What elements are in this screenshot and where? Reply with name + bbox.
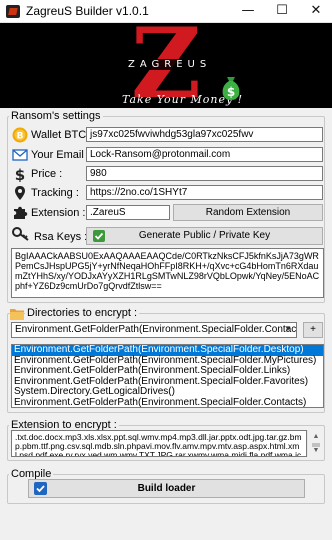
svg-text:$: $ [15,166,25,182]
random-extension-button[interactable]: Random Extension [173,204,323,221]
dollar-icon: $ [15,166,25,182]
public-key-textarea[interactable]: BgIAAACkAABSU0ExAAQAAAEAAQCde/C0RTkzNksC… [11,248,324,298]
email-input[interactable]: Lock-Ransom@protonmail.com [86,147,323,162]
key-icon [12,227,29,241]
generate-keys-button[interactable]: Generate Public / Private Key [86,227,323,245]
bitcoin-coin-icon: B [12,127,28,143]
build-loader-button[interactable]: Build loader [28,479,305,498]
scroll-down-icon[interactable]: ▼ [308,445,324,457]
tracking-label: Tracking : [31,187,79,199]
extension-input[interactable]: .ZareuS [86,205,170,220]
add-directory-button[interactable]: + [303,322,323,338]
folder-icon [10,309,24,320]
svg-text:B: B [17,132,24,142]
generate-keys-label: Generate Public / Private Key [138,230,271,241]
directory-item[interactable]: Environment.GetFolderPath(Environment.Sp… [12,397,323,407]
email-label: Your Email : [31,149,90,161]
price-label: Price : [31,168,63,180]
banner-image: Z ZAGREUS Take Your Money ! $ [0,23,332,108]
map-pin-icon [15,186,25,200]
tracking-input[interactable]: https://2no.co/1SHYt7 [86,185,323,200]
directories-dropdown-value: Environment.GetFolderPath(Environment.Sp… [15,324,297,335]
wallet-btc-label: Wallet BTC : [31,129,93,141]
scroll-up-icon[interactable]: ▲ [308,430,324,444]
svg-text:$: $ [227,85,235,99]
directory-item[interactable]: Environment.GetFolderPath(Environment.Sp… [12,345,323,356]
directory-item[interactable]: Environment.GetFolderPath(Environment.Sp… [12,365,323,377]
money-bag-icon: $ [222,77,240,100]
directories-dropdown[interactable]: Environment.GetFolderPath(Environment.Sp… [11,322,297,338]
ransom-settings-title: Ransom's settings [9,110,103,122]
extension-label: Extension : [31,207,86,219]
extensions-textarea[interactable]: .txt.doc.docx.mp3.xls.xlsx.ppt.sql.wmv.m… [11,430,307,457]
maximize-button[interactable]: ☐ [266,0,298,23]
close-button[interactable]: ✕ [300,0,332,23]
chevron-down-icon[interactable]: ▼ [284,324,292,333]
puzzle-icon [14,206,28,219]
shield-check-icon [93,230,105,242]
extensions-scrollbar[interactable]: ▲ ▼ [307,430,324,457]
envelope-icon [12,149,28,161]
app-icon [6,5,20,18]
directory-item[interactable]: System.Directory.GetLogicalDrives() [12,386,323,398]
directories-list[interactable]: Environment.GetFolderPath(Environment.Sp… [11,344,324,408]
wallet-btc-input[interactable]: js97xc025fwviwhdg53gla97xc025fwv [86,127,323,142]
window-title: ZagreuS Builder v1.0.1 [26,4,149,18]
build-icon [34,482,47,495]
rsa-keys-label: Rsa Keys : [34,231,88,243]
banner-brand: ZAGREUS [126,59,214,70]
price-input[interactable]: 980 [86,166,323,181]
minimize-button[interactable]: — [232,0,264,23]
title-bar: ZagreuS Builder v1.0.1 — ☐ ✕ [0,0,332,23]
build-loader-label: Build loader [137,483,196,494]
directories-title: Directories to encrypt : [25,307,140,319]
